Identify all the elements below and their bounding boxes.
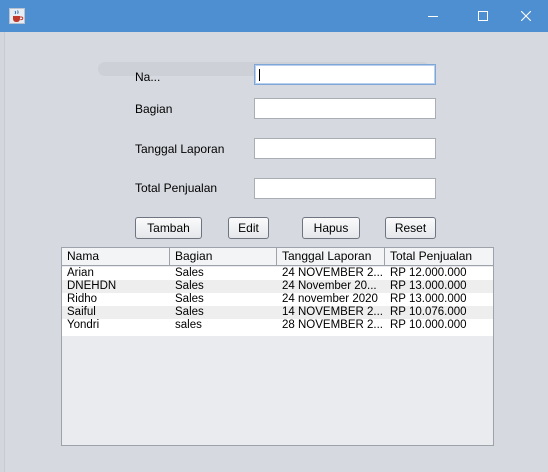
cell-nama: Saiful [67,306,96,318]
table-row[interactable]: Arian Sales 24 NOVEMBER 2... RP 12.000.0… [62,267,493,280]
tambah-button[interactable]: Tambah [135,217,202,239]
total-penjualan-input[interactable] [254,178,436,199]
tanggal-laporan-input[interactable] [254,138,436,159]
bagian-label: Bagian [135,102,173,116]
column-header-nama[interactable]: Nama [62,248,170,265]
hapus-button[interactable]: Hapus [302,217,360,239]
minimize-button[interactable] [410,0,456,32]
table-header: Nama Bagian Tanggal Laporan Total Penjua… [62,248,493,266]
table-body: Arian Sales 24 NOVEMBER 2... RP 12.000.0… [62,267,493,336]
cell-bagian: sales [175,319,202,331]
cell-tanggal: 14 NOVEMBER 2... [282,306,383,318]
close-icon [521,11,531,21]
edit-button[interactable]: Edit [228,217,269,239]
column-header-bagian[interactable]: Bagian [170,248,277,265]
table-row[interactable]: Ridho Sales 24 november 2020 RP 13.000.0… [62,293,493,306]
cell-nama: Ridho [67,293,98,305]
cell-total: RP 13.000.000 [390,280,467,292]
nama-input[interactable] [254,64,436,85]
window-titlebar[interactable] [0,0,548,32]
cell-total: RP 12.000.000 [390,267,467,279]
cell-bagian: Sales [175,267,204,279]
cell-tanggal: 24 november 2020 [282,293,378,305]
cell-nama: DNEHDN [67,280,117,292]
cell-tanggal: 24 November 20... [282,280,377,292]
bagian-input[interactable] [254,98,436,119]
cell-tanggal: 28 NOVEMBER 2... [282,319,383,331]
window-left-edge [0,32,5,472]
table-row[interactable]: Saiful Sales 14 NOVEMBER 2... RP 10.076.… [62,306,493,319]
cell-nama: Arian [67,267,94,279]
table-row[interactable]: Yondri sales 28 NOVEMBER 2... RP 10.000.… [62,319,493,332]
column-header-tanggal[interactable]: Tanggal Laporan [277,248,385,265]
total-penjualan-label: Total Penjualan [135,181,218,195]
table-row[interactable]: DNEHDN Sales 24 November 20... RP 13.000… [62,280,493,293]
column-header-total[interactable]: Total Penjualan [385,248,493,265]
cell-bagian: Sales [175,293,204,305]
cell-tanggal: 24 NOVEMBER 2... [282,267,383,279]
data-table[interactable]: Nama Bagian Tanggal Laporan Total Penjua… [61,247,494,446]
close-button[interactable] [503,0,548,32]
reset-button[interactable]: Reset [385,217,436,239]
tanggal-laporan-label: Tanggal Laporan [135,142,225,156]
maximize-icon [478,11,488,21]
nama-label: Na... [135,70,161,84]
java-cup-icon [9,8,25,24]
maximize-button[interactable] [460,0,506,32]
minimize-icon [428,16,438,17]
cell-total: RP 10.000.000 [390,319,467,331]
cell-bagian: Sales [175,306,204,318]
cell-total: RP 10.076.000 [390,306,467,318]
cell-bagian: Sales [175,280,204,292]
text-caret [259,69,260,81]
cell-total: RP 13.000.000 [390,293,467,305]
cell-nama: Yondri [67,319,100,331]
